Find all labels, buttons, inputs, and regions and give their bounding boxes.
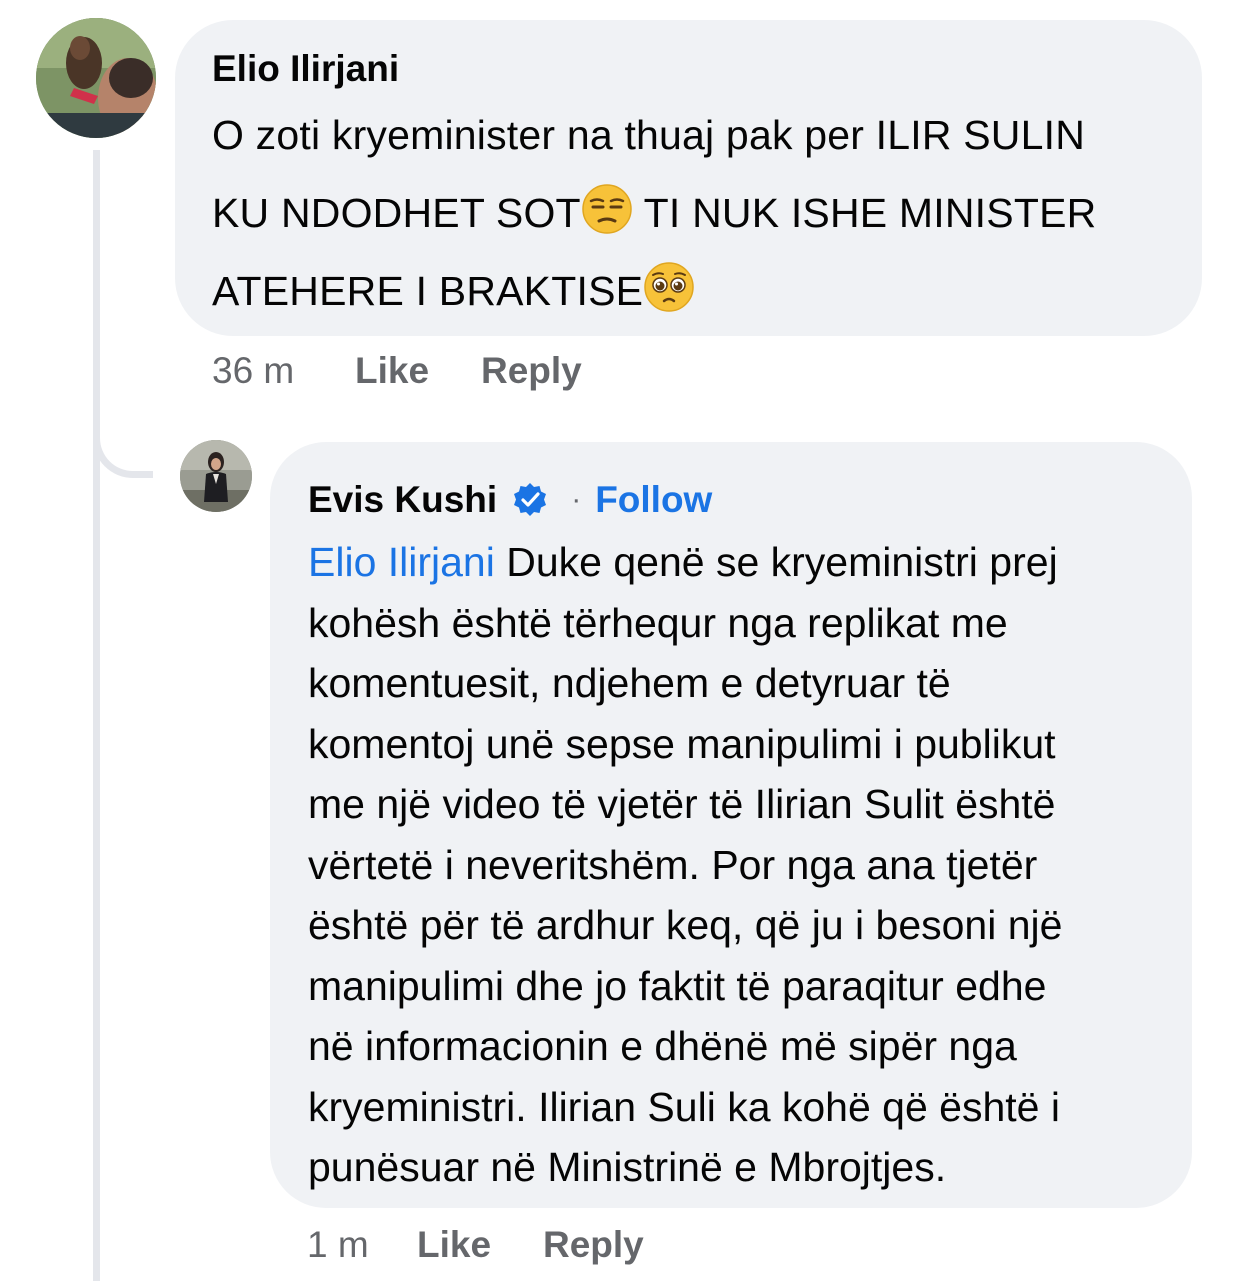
avatar-evis-kushi[interactable] (180, 440, 252, 512)
reply-header: Evis Kushi · Follow (308, 474, 1158, 526)
comment-line: komentuesit, ndjehem e detyruar të (308, 660, 951, 706)
unamused-face-emoji-icon (582, 184, 632, 234)
reply-bubble: Evis Kushi · Follow Elio Ilirjani Duke q… (270, 442, 1192, 1208)
comment-author[interactable]: Evis Kushi (308, 477, 497, 523)
avatar-photo-icon (180, 440, 252, 512)
mention-link[interactable]: Elio Ilirjani (308, 539, 495, 585)
reply-button[interactable]: Reply (543, 1224, 644, 1266)
comment-actions: 36 m Like Reply (212, 350, 582, 392)
thread-connector-curve (93, 400, 153, 478)
thread-connector-line (93, 150, 100, 1281)
follow-button[interactable]: Follow (595, 479, 712, 521)
like-button[interactable]: Like (355, 350, 481, 392)
reply-button[interactable]: Reply (481, 350, 582, 392)
comment-text-segment: KU NDODHET SOT (212, 190, 581, 236)
comment-line: Elio Ilirjani Duke qenë se kryeministri … (308, 532, 1158, 593)
like-button[interactable]: Like (417, 1224, 543, 1266)
comment-line: KU NDODHET SOT TI NUK ISHE MINISTER (212, 174, 1172, 252)
comment-text-segment: ATEHERE I BRAKTISE (212, 268, 644, 314)
comment-author[interactable]: Elio Ilirjani (212, 46, 1172, 92)
separator-dot: · (571, 483, 582, 516)
verified-badge-icon (514, 483, 547, 516)
comment-line: kryeministri. Ilirian Suli ka kohë që ës… (308, 1083, 1060, 1130)
comment-timestamp[interactable]: 1 m (307, 1224, 417, 1266)
comment-line: punësuar në Ministrinë e Mbrojtjes. (308, 1144, 947, 1190)
comment-text-segment: Duke qenë se kryeministri prej (494, 539, 1058, 585)
comment-bubble: Elio Ilirjani O zoti kryeminister na thu… (175, 20, 1202, 336)
comment-line: në informacionin e dhënë më sipër nga (308, 1023, 1017, 1069)
comment-line: me një video të vjetër të Ilirian Sulit … (308, 781, 1056, 827)
reply-actions: 1 m Like Reply (307, 1224, 644, 1266)
comment-line: vërtetë i neveritshëm. Por nga ana tjetë… (308, 841, 1038, 888)
comment-line: kohësh është tërhequr nga replikat me (308, 599, 1008, 646)
comment-thread: Elio Ilirjani O zoti kryeminister na thu… (0, 0, 1242, 1281)
avatar-elio-ilirjani[interactable] (36, 18, 156, 138)
comment-line: ATEHERE I BRAKTISE (212, 252, 1172, 330)
avatar-photo-icon (36, 18, 156, 138)
comment-text: O zoti kryeminister na thuaj pak per ILI… (212, 96, 1172, 330)
pleading-face-emoji-icon (644, 262, 694, 312)
comment-line: komentoj unë sepse manipulimi i publikut (308, 720, 1056, 767)
comment-line: është për të ardhur keq, që ju i besoni … (308, 902, 1063, 948)
comment-line: manipulimi dhe jo faktit të paraqitur ed… (308, 962, 1047, 1009)
comment-timestamp[interactable]: 36 m (212, 350, 355, 392)
comment-line: O zoti kryeminister na thuaj pak per ILI… (212, 112, 1086, 158)
comment-text: Elio Ilirjani Duke qenë se kryeministri … (308, 532, 1158, 1198)
comment-text-segment: TI NUK ISHE MINISTER (632, 190, 1097, 236)
